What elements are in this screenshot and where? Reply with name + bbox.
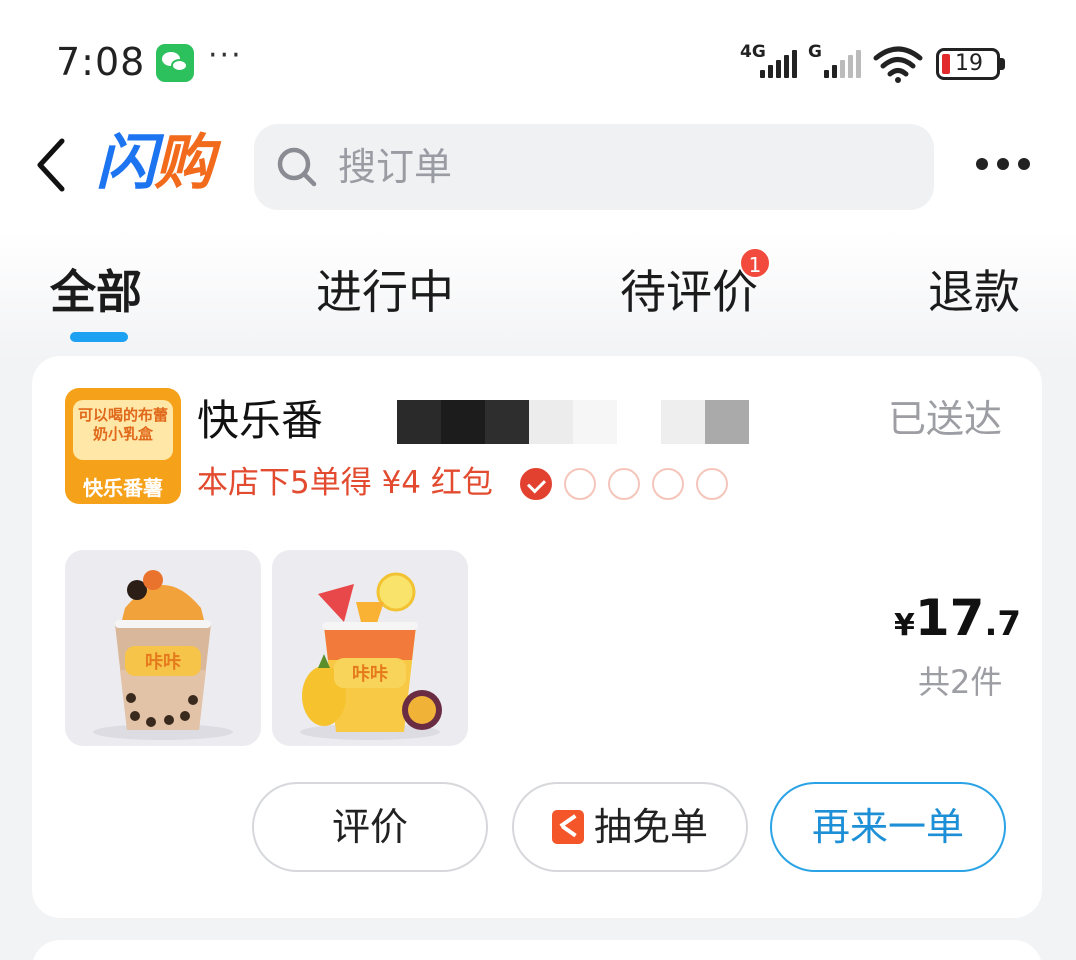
review-button-label: 评价 — [331, 805, 408, 849]
search-placeholder: 搜订单 — [338, 145, 453, 189]
tab-refund[interactable]: 退款 — [928, 262, 1020, 322]
store-name[interactable]: 快乐番 — [197, 394, 323, 448]
network-type-label-2: G — [808, 42, 822, 62]
reorder-button-label: 再来一单 — [811, 805, 964, 849]
store-logo-tagline: 可以喝的布蕾 奶小乳盒 — [77, 406, 168, 443]
signal-icon — [760, 48, 797, 78]
promo-step — [652, 468, 684, 500]
battery-level — [942, 54, 950, 74]
promo-step-done — [520, 468, 552, 500]
order-card[interactable]: 可以喝的布蕾 奶小乳盒 快乐番薯 快乐番 已送达 本店下5单得 ¥4 红包 咔咔 — [32, 356, 1042, 918]
battery-icon: 19 — [936, 48, 1000, 80]
search-icon — [277, 147, 317, 187]
status-more-icon: ··· — [208, 38, 243, 73]
order-status: 已送达 — [888, 397, 1003, 441]
item-count: 共2件 — [918, 663, 1003, 701]
review-button[interactable]: 评价 — [252, 782, 488, 872]
product-image[interactable]: 咔咔 — [272, 550, 468, 746]
more-options-icon[interactable] — [976, 158, 1030, 170]
wechat-icon — [156, 44, 194, 82]
reorder-button[interactable]: 再来一单 — [770, 782, 1006, 872]
promo-progress — [520, 468, 728, 500]
next-order-card[interactable] — [32, 940, 1042, 960]
order-price: ¥17.7 — [894, 588, 1021, 660]
orange-milk-tea-cup-icon: 咔咔 — [93, 570, 233, 740]
price-integer: 17 — [914, 589, 985, 647]
search-input[interactable]: 搜订单 — [254, 124, 934, 210]
promo-step — [696, 468, 728, 500]
fruit-tea-cup-icon: 咔咔 — [300, 572, 442, 740]
promo-step — [564, 468, 596, 500]
redacted-text — [397, 400, 749, 444]
store-logo-brand: 快乐番薯 — [83, 476, 163, 500]
promo-text: 本店下5单得 ¥4 红包 — [197, 465, 493, 501]
tab-pending-review[interactable]: 待评价 — [620, 262, 758, 322]
price-currency: ¥ — [894, 608, 915, 643]
svg-text:咔咔: 咔咔 — [145, 652, 181, 673]
price-decimal: .7 — [984, 604, 1022, 644]
lottery-button-label: 抽免单 — [593, 805, 708, 849]
svg-text:咔咔: 咔咔 — [352, 664, 388, 685]
shangou-logo: 闪购 — [96, 128, 214, 198]
lottery-button[interactable]: 抽免单 — [512, 782, 748, 872]
battery-percent: 19 — [955, 51, 983, 76]
lottery-icon — [551, 810, 584, 844]
promo-step — [608, 468, 640, 500]
back-arrow-icon[interactable] — [30, 135, 74, 195]
status-time: 7:08 — [56, 40, 146, 84]
tab-all[interactable]: 全部 — [50, 262, 142, 322]
battery-cap — [1000, 58, 1005, 70]
signal-icon-2 — [824, 48, 861, 78]
product-image[interactable]: 咔咔 — [65, 550, 261, 746]
store-logo[interactable]: 可以喝的布蕾 奶小乳盒 快乐番薯 — [65, 388, 181, 504]
tab-active-indicator — [70, 332, 128, 342]
tab-badge-count: 1 — [739, 247, 771, 279]
tab-in-progress[interactable]: 进行中 — [316, 262, 454, 322]
wifi-icon — [873, 46, 923, 83]
